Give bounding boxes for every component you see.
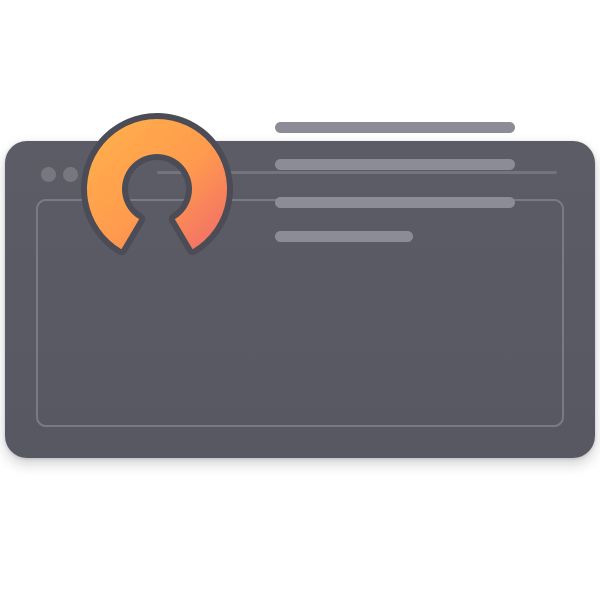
placeholder-line	[275, 122, 515, 133]
gauge-icon	[81, 113, 233, 256]
placeholder-line	[275, 231, 413, 242]
illustration-canvas	[0, 0, 600, 600]
placeholder-line	[275, 159, 515, 170]
placeholder-line	[275, 197, 515, 208]
window-dot-icon	[41, 167, 56, 182]
